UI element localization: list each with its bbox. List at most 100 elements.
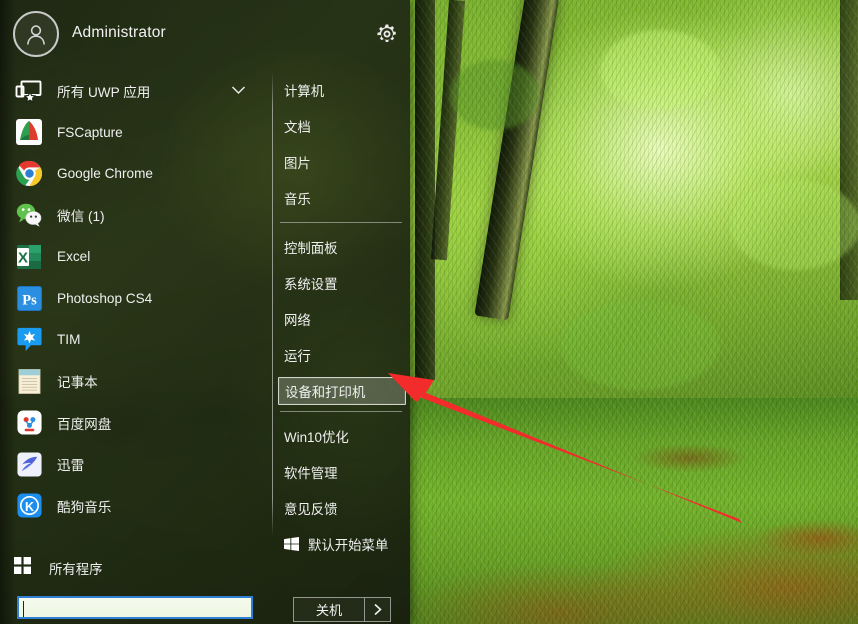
tim-glyph	[16, 328, 42, 352]
excel-icon: X	[14, 242, 44, 272]
menu-item-pictures[interactable]: 图片	[278, 144, 406, 180]
app-item-thunder[interactable]: 迅雷	[0, 444, 268, 486]
chrome-glyph	[15, 161, 42, 187]
all-programs-label: 所有程序	[49, 562, 103, 577]
app-item-excel[interactable]: X Excel	[0, 236, 268, 278]
tim-icon	[14, 325, 44, 355]
all-uwp-apps-label: 所有 UWP 应用	[57, 84, 151, 100]
app-label: Google Chrome	[57, 166, 153, 182]
menu-item-label: Win10优化	[284, 430, 349, 445]
svg-text:K: K	[24, 500, 33, 514]
menu-item-label: 意见反馈	[284, 502, 338, 517]
app-item-fscapture[interactable]: FSCapture	[0, 112, 268, 154]
app-label: 迅雷	[57, 458, 85, 474]
menu-item-label: 运行	[284, 349, 311, 364]
app-label: 酷狗音乐	[57, 499, 112, 515]
app-item-photoshop-cs4[interactable]: Ps Photoshop CS4	[0, 278, 268, 320]
menu-item-default-start-menu[interactable]: 默认开始菜单	[278, 526, 406, 562]
chevron-down-glyph	[231, 86, 246, 94]
app-list: 所有 UWP 应用 FSCapture Google Chrome 微信 (1)…	[0, 70, 268, 527]
menu-item-music[interactable]: 音乐	[278, 180, 406, 216]
chevron-right-glyph	[373, 603, 382, 616]
grid-apps-glyph	[14, 557, 31, 574]
app-item-baidu-netdisk[interactable]: 百度网盘	[0, 402, 268, 444]
menu-item-system-settings[interactable]: 系统设置	[278, 265, 406, 301]
app-label: 微信 (1)	[57, 209, 105, 225]
kugou-music-glyph: K	[16, 493, 42, 518]
app-item-kugou-music[interactable]: K 酷狗音乐	[0, 485, 268, 527]
column-divider	[272, 72, 273, 536]
user-name-label: Administrator	[72, 24, 166, 41]
menu-item-label: 图片	[284, 156, 311, 171]
menu-item-label: 网络	[284, 313, 311, 328]
app-label: Excel	[57, 249, 91, 265]
shutdown-button[interactable]: 关机	[294, 598, 364, 621]
menu-item-control-panel[interactable]: 控制面板	[278, 229, 406, 265]
wechat-icon	[14, 200, 44, 230]
chevron-down-icon[interactable]	[231, 82, 246, 100]
thunder-icon	[14, 449, 44, 479]
text-caret	[23, 601, 24, 617]
search-input[interactable]	[17, 596, 253, 619]
menu-item-computer[interactable]: 计算机	[278, 72, 406, 108]
photoshop-glyph: Ps	[16, 285, 42, 311]
shutdown-options-chevron-right-icon[interactable]	[364, 598, 390, 621]
menu-item-label: 音乐	[284, 192, 311, 207]
chrome-icon	[14, 159, 44, 189]
menu-item-network[interactable]: 网络	[278, 301, 406, 337]
menu-separator	[280, 411, 402, 412]
app-label: FSCapture	[57, 124, 123, 140]
sidebar-item-all-uwp-apps[interactable]: 所有 UWP 应用	[0, 70, 268, 112]
shutdown-label: 关机	[315, 603, 343, 618]
start-menu-header: Administrator	[0, 0, 410, 68]
menu-item-documents[interactable]: 文档	[278, 108, 406, 144]
windows-logo-icon	[284, 537, 299, 551]
notepad-icon	[14, 366, 44, 396]
gear-icon[interactable]	[374, 21, 400, 47]
thunder-glyph	[16, 452, 42, 477]
windows-logo-glyph	[284, 537, 299, 551]
grid-apps-icon	[14, 557, 31, 579]
app-label: 记事本	[57, 375, 98, 391]
app-item-wechat[interactable]: 微信 (1)	[0, 195, 268, 237]
uwp-apps-icon	[14, 76, 44, 106]
app-label: Photoshop CS4	[57, 290, 153, 306]
menu-item-label: 文档	[284, 120, 311, 135]
start-menu-panel: Administrator 所有 UWP 应用 FSCapture Google…	[0, 0, 410, 624]
screen: Administrator 所有 UWP 应用 FSCapture Google…	[0, 0, 858, 624]
menu-item-label: 软件管理	[284, 466, 338, 481]
photoshop-icon: Ps	[14, 283, 44, 313]
menu-item-label: 控制面板	[284, 241, 338, 256]
baidu-netdisk-glyph	[16, 410, 42, 435]
fscapture-icon	[14, 117, 44, 147]
app-label: 百度网盘	[57, 416, 112, 432]
app-item-notepad[interactable]: 记事本	[0, 361, 268, 403]
svg-text:Ps: Ps	[22, 292, 37, 308]
menu-item-label: 设备和打印机	[285, 385, 366, 400]
svg-text:X: X	[18, 249, 28, 266]
menu-item-software-management[interactable]: 软件管理	[278, 454, 406, 490]
app-item-tim[interactable]: TIM	[0, 319, 268, 361]
excel-glyph: X	[17, 244, 41, 269]
menu-item-label: 计算机	[284, 84, 325, 99]
notepad-glyph	[18, 368, 40, 394]
menu-item-label: 系统设置	[284, 277, 338, 292]
menu-item-win10-optimize[interactable]: Win10优化	[278, 418, 406, 454]
menu-item-label: 默认开始菜单	[308, 538, 389, 553]
menu-separator	[280, 222, 402, 223]
uwp-apps-glyph	[15, 80, 42, 103]
fscapture-glyph	[16, 119, 42, 146]
app-item-google-chrome[interactable]: Google Chrome	[0, 153, 268, 195]
menu-item-devices-and-printers[interactable]: 设备和打印机	[278, 377, 406, 405]
menu-item-run[interactable]: 运行	[278, 337, 406, 373]
shutdown-button-group: 关机	[293, 597, 391, 622]
sidebar-item-all-programs[interactable]: 所有程序	[0, 551, 268, 585]
gear-glyph	[377, 24, 396, 42]
menu-item-feedback[interactable]: 意见反馈	[278, 490, 406, 526]
kugou-music-icon: K	[14, 491, 44, 521]
user-avatar-icon[interactable]	[13, 11, 59, 57]
app-label: TIM	[57, 332, 81, 348]
baidu-netdisk-icon	[14, 408, 44, 438]
right-menu-list: 计算机 文档 图片 音乐 控制面板 系统设置 网络 运行 设备和打印机 Win1…	[278, 72, 406, 562]
wechat-glyph	[16, 203, 42, 227]
